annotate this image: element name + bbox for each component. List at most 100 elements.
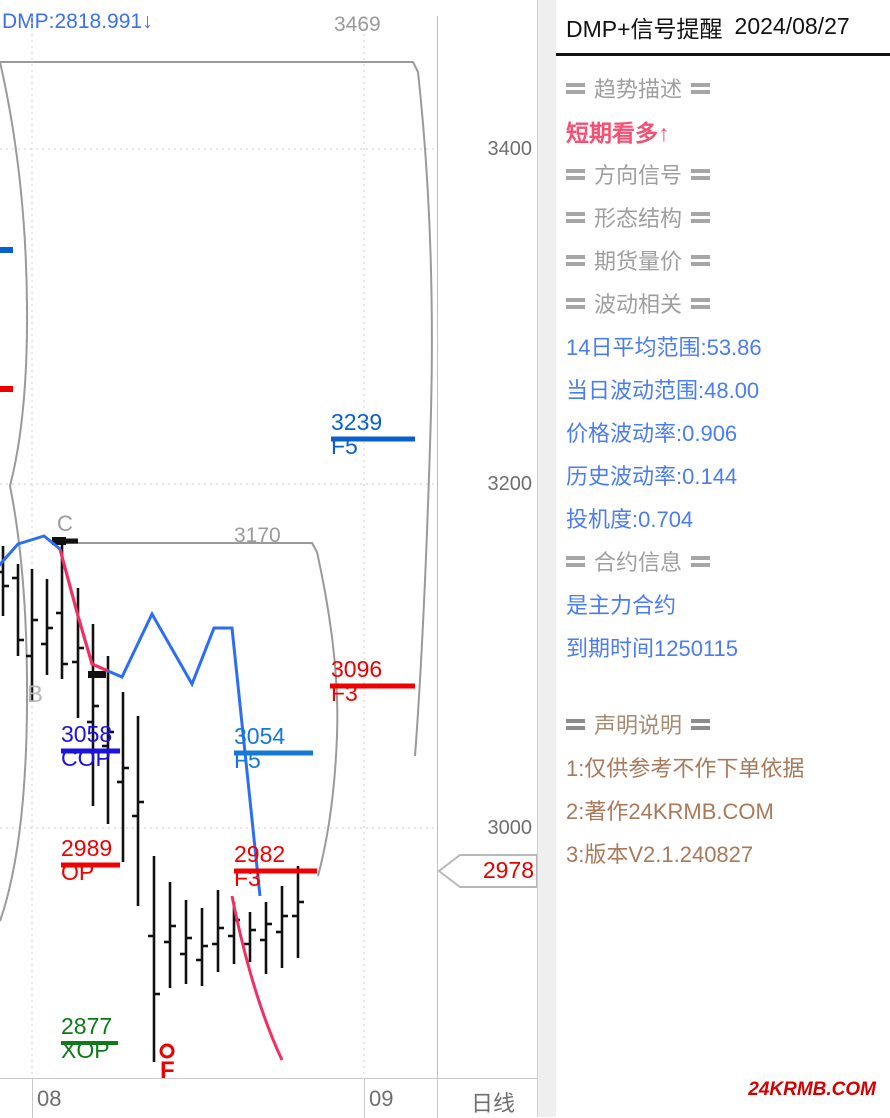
period-label: 日线 <box>471 1091 516 1116</box>
stub-red <box>0 386 13 392</box>
time-tick-08: 08 <box>37 1086 62 1111</box>
pivot-label-B: B <box>27 681 44 708</box>
panel-row: 价格波动率:0.906 <box>566 410 890 453</box>
level-label-3096: 3096 <box>331 656 383 682</box>
level-tag-2982: F3 <box>234 865 261 892</box>
level-label-3170: 3170 <box>234 524 281 547</box>
watermark: 24KRMB.COM <box>748 1079 876 1100</box>
equals-icon <box>691 210 711 224</box>
equals-icon <box>691 167 711 181</box>
panel-date: 2024/08/27 <box>734 13 850 39</box>
pivot-label-C: C <box>57 511 73 536</box>
panel-row: 趋势描述 <box>566 66 890 109</box>
panel-row: 投机度:0.704 <box>566 496 890 539</box>
section-label: 方向信号 <box>594 162 683 188</box>
level-label-3058: 3058 <box>61 721 113 747</box>
equals-icon <box>691 81 711 95</box>
envelope-curves <box>0 61 433 922</box>
section-label: 合约信息 <box>594 549 683 575</box>
panel-body: 趋势描述 短期看多↑ 方向信号 形态结构 期货量价 波动相关 14日平均范围:5… <box>556 56 890 874</box>
metric-historical-volatility: 历史波动率:0.144 <box>566 463 738 489</box>
plot-canvas <box>0 16 437 1078</box>
panel-row: 形态结构 <box>566 195 890 238</box>
current-price-marker: 2978 <box>437 854 538 888</box>
equals-icon <box>566 210 585 224</box>
pane-divider[interactable] <box>537 0 558 1117</box>
trend-line-red-upper <box>58 548 109 673</box>
section-heading: 期货量价 <box>566 244 711 276</box>
level-label-2877: 2877 <box>61 1013 113 1039</box>
level-label-3054: 3054 <box>234 723 286 749</box>
app-window: DMP:2818.991↓ 3469 3239 F5 3170 3096 F3 … <box>0 0 890 1118</box>
chart-pane[interactable]: DMP:2818.991↓ 3469 3239 F5 3170 3096 F3 … <box>0 0 545 1118</box>
section-heading-disclaimer: 声明说明 <box>566 708 711 740</box>
ohlc-bars <box>0 540 304 1062</box>
panel-row: 历史波动率:0.144 <box>566 453 890 496</box>
equals-icon <box>691 253 711 267</box>
level-label-3469: 3469 <box>334 13 381 36</box>
equals-icon <box>566 296 585 310</box>
section-label: 波动相关 <box>594 291 683 317</box>
panel-row: 合约信息 <box>566 539 890 582</box>
equals-icon <box>566 81 585 95</box>
panel-row: 方向信号 <box>566 152 890 195</box>
section-label: 形态结构 <box>594 205 683 231</box>
contract-expiry: 到期时间1250115 <box>566 635 739 661</box>
contract-main-flag: 是主力合约 <box>566 592 677 618</box>
panel-row: 1:仅供参考不作下单依据 <box>566 745 890 788</box>
trend-line-blue-upper <box>0 534 61 567</box>
equals-icon <box>566 167 585 181</box>
disclaimer-line-3: 3:版本V2.1.240827 <box>566 841 754 867</box>
level-tag-2877: XOP <box>61 1037 110 1064</box>
equals-icon <box>691 296 711 310</box>
level-tag-3239: F5 <box>331 433 358 460</box>
equals-icon <box>566 554 585 568</box>
section-label: 趋势描述 <box>594 76 683 102</box>
panel-row: 2:著作24KRMB.COM <box>566 788 890 831</box>
panel-header: DMP+信号提醒 2024/08/27 <box>556 0 890 56</box>
section-heading: 趋势描述 <box>566 72 711 104</box>
panel-row: 短期看多↑ <box>566 109 890 152</box>
panel-row: 是主力合约 <box>566 582 890 625</box>
stub-blue <box>0 247 13 253</box>
level-tag-3054: F5 <box>234 747 261 774</box>
price-axis[interactable]: 3400 3200 3000 2978 <box>437 16 538 1078</box>
bar-block <box>88 671 106 678</box>
panel-title: DMP+信号提醒 <box>566 15 723 42</box>
disclaimer-line-2: 2:著作24KRMB.COM <box>566 798 774 824</box>
price-tick-3000: 3000 <box>487 817 533 839</box>
time-tick-09: 09 <box>369 1086 394 1111</box>
panel-spacer <box>566 668 890 702</box>
section-label: 期货量价 <box>594 248 683 274</box>
panel-row: 波动相关 <box>566 281 890 324</box>
metric-price-volatility: 价格波动率:0.906 <box>566 420 738 446</box>
metric-day-range: 当日波动范围:48.00 <box>566 377 760 403</box>
level-label-2989: 2989 <box>61 835 113 861</box>
signal-panel: DMP+信号提醒 2024/08/27 趋势描述 短期看多↑ 方向信号 形态结构… <box>556 0 890 1117</box>
equals-icon <box>691 717 711 731</box>
panel-row: 14日平均范围:53.86 <box>566 324 890 367</box>
section-heading: 波动相关 <box>566 287 711 319</box>
level-tag-3096: F3 <box>331 680 358 707</box>
price-tick-3200: 3200 <box>487 473 533 495</box>
metric-speculation: 投机度:0.704 <box>566 506 694 532</box>
price-tick-3400: 3400 <box>487 138 533 160</box>
section-label: 声明说明 <box>594 712 683 738</box>
level-tag-2989: OP <box>61 859 95 886</box>
trend-bullish-text: 短期看多↑ <box>566 119 670 146</box>
level-label-2982: 2982 <box>234 841 286 867</box>
section-heading: 合约信息 <box>566 545 711 577</box>
equals-icon <box>566 717 585 731</box>
price-plot[interactable]: DMP:2818.991↓ 3469 3239 F5 3170 3096 F3 … <box>0 10 437 1083</box>
metric-avg-range: 14日平均范围:53.86 <box>566 334 762 360</box>
marker-F-circle <box>159 1043 175 1059</box>
time-axis[interactable]: 08 09 日线 <box>0 1078 545 1118</box>
current-price-value: 2978 <box>482 857 534 883</box>
equals-icon <box>566 253 585 267</box>
disclaimer-line-1: 1:仅供参考不作下单依据 <box>566 755 805 781</box>
panel-row: 3:版本V2.1.240827 <box>566 831 890 874</box>
section-heading: 形态结构 <box>566 201 711 233</box>
panel-row: 当日波动范围:48.00 <box>566 367 890 410</box>
level-tag-3058: COP <box>61 745 111 772</box>
panel-row: 声明说明 <box>566 702 890 745</box>
